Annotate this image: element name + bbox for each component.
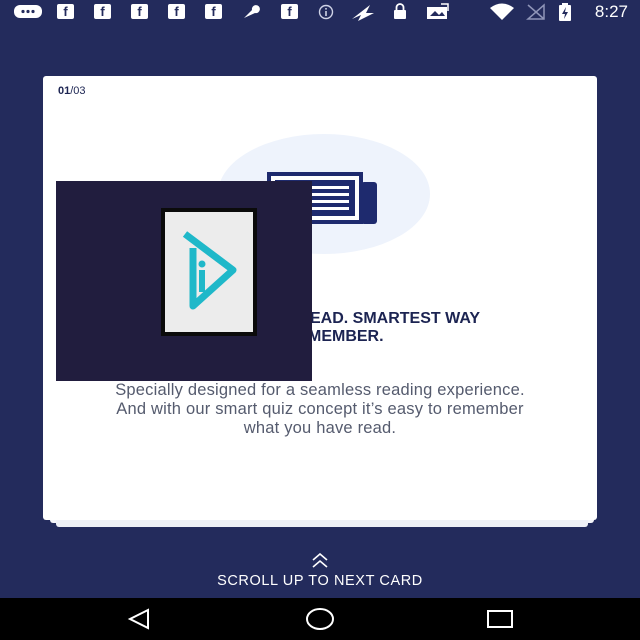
photo-icon xyxy=(426,3,450,20)
chat-icon xyxy=(14,3,42,20)
heading-line-2: MEMBER. xyxy=(308,328,384,345)
card-counter: 01/03 xyxy=(58,85,86,97)
facebook-icon: f xyxy=(131,4,148,19)
app-logo-overlay xyxy=(56,181,312,381)
fast-icon xyxy=(350,3,376,21)
wifi-icon xyxy=(489,3,515,20)
app-logo-icon xyxy=(161,208,257,336)
facebook-icon: f xyxy=(205,4,222,19)
info-icon xyxy=(318,3,334,20)
battery-charging-icon xyxy=(558,2,572,21)
facebook-icon: f xyxy=(168,4,185,19)
navigation-bar xyxy=(0,598,640,640)
counter-current: 01 xyxy=(58,85,71,97)
facebook-icon: f xyxy=(281,4,298,19)
heading-line-1: EAD. SMARTEST WAY xyxy=(310,310,481,327)
scroll-hint-label: SCROLL UP TO NEXT CARD xyxy=(217,573,423,589)
lock-icon xyxy=(392,3,408,20)
card-description: Specially designed for a seamless readin… xyxy=(115,381,525,437)
clock-time: 8:27 xyxy=(594,2,628,21)
wrench-icon xyxy=(241,3,261,20)
status-bar: f f f f f f 8:27 xyxy=(0,0,640,24)
back-icon[interactable] xyxy=(126,608,154,635)
facebook-icon: f xyxy=(94,4,111,19)
facebook-icon: f xyxy=(57,4,74,19)
no-signal-icon xyxy=(526,3,546,20)
counter-total: /03 xyxy=(70,85,86,97)
recents-icon[interactable] xyxy=(486,609,514,634)
home-icon[interactable] xyxy=(304,605,336,638)
double-chevron-up-icon xyxy=(311,552,329,574)
